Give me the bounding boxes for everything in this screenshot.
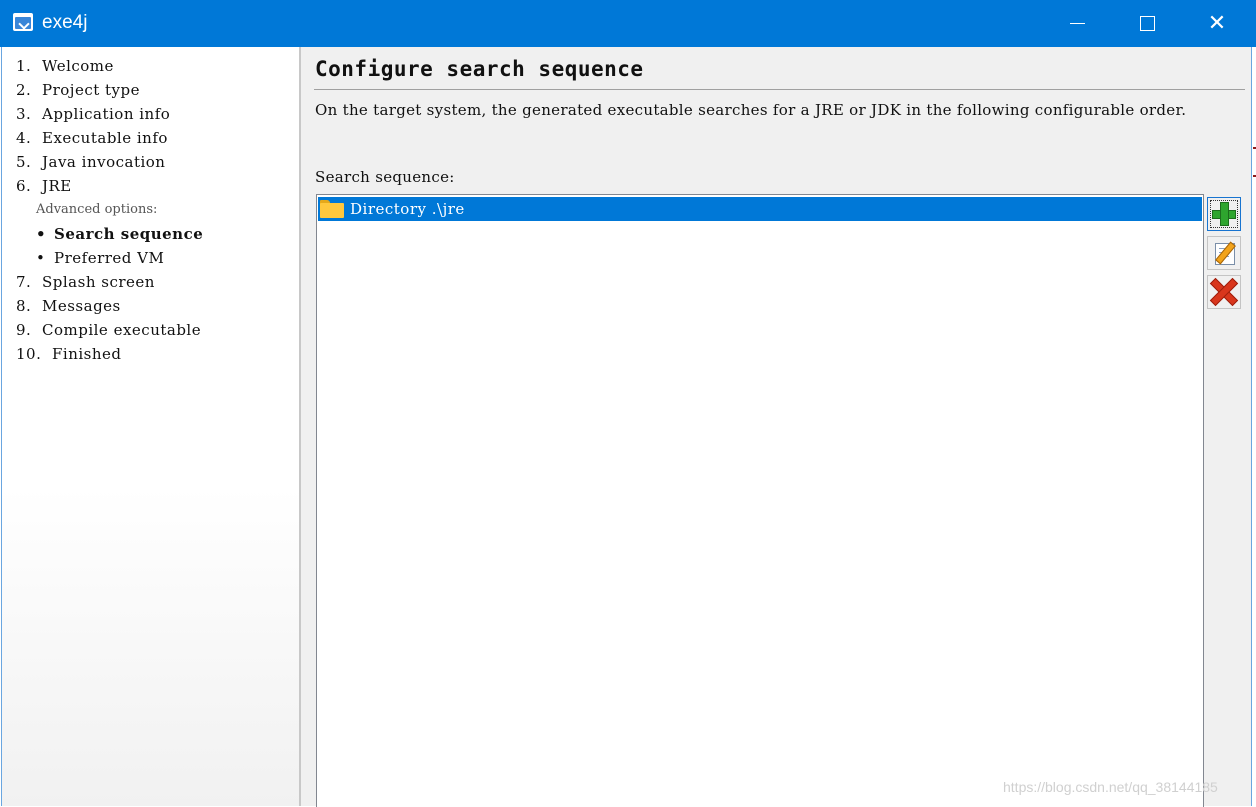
watermark: https://blog.csdn.net/qq_38144185 (1003, 779, 1218, 795)
step-messages[interactable]: 8. Messages (16, 297, 121, 315)
sub-step-search-sequence[interactable]: • Search sequence (36, 225, 203, 243)
search-sequence-list[interactable]: Directory .\jre (316, 194, 1204, 807)
step-number: 9. (16, 321, 32, 339)
folder-icon (320, 200, 344, 218)
step-label: Executable info (42, 129, 168, 147)
step-jre[interactable]: 6. JRE (16, 177, 72, 195)
page-description: On the target system, the generated exec… (315, 101, 1187, 119)
edit-entry-button[interactable] (1207, 236, 1241, 270)
step-application-info[interactable]: 3. Application info (16, 105, 170, 123)
step-java-invocation[interactable]: 5. Java invocation (16, 153, 165, 171)
step-number: 3. (16, 105, 32, 123)
step-number: 8. (16, 297, 32, 315)
title-divider (314, 89, 1245, 90)
close-icon: ✕ (1207, 10, 1227, 36)
close-button[interactable]: ✕ (1182, 0, 1252, 47)
step-number: 6. (16, 177, 32, 195)
step-number: 5. (16, 153, 32, 171)
background-window-edge (1251, 47, 1256, 806)
remove-entry-button[interactable] (1207, 275, 1241, 309)
sub-step-label: Preferred VM (54, 249, 165, 267)
step-number: 10. (16, 345, 42, 363)
step-project-type[interactable]: 2. Project type (16, 81, 140, 99)
edit-icon (1208, 237, 1240, 269)
step-label: Compile executable (42, 321, 202, 339)
add-icon (1212, 202, 1236, 226)
step-number: 7. (16, 273, 32, 291)
main-panel: Configure search sequence On the target … (301, 47, 1251, 807)
step-label: JRE (42, 177, 72, 195)
add-entry-button[interactable] (1207, 197, 1241, 231)
advanced-options-label: Advanced options: (36, 202, 158, 217)
bullet: • (36, 249, 46, 267)
wizard-steps-sidebar: 1. Welcome 2. Project type 3. Application i… (1, 47, 300, 806)
step-label: Java invocation (42, 153, 166, 171)
remove-icon (1209, 277, 1239, 307)
step-label: Splash screen (42, 273, 155, 291)
step-label: Finished (52, 345, 122, 363)
step-compile-executable[interactable]: 9. Compile executable (16, 321, 201, 339)
step-number: 2. (16, 81, 32, 99)
step-label: Messages (42, 297, 121, 315)
search-sequence-label: Search sequence: (315, 168, 455, 186)
maximize-icon (1139, 16, 1155, 31)
sub-step-label: Search sequence (54, 225, 204, 243)
step-label: Project type (42, 81, 140, 99)
app-icon[interactable] (13, 13, 33, 31)
bullet: • (36, 225, 47, 243)
step-label: Application info (42, 105, 171, 123)
sub-step-preferred-vm[interactable]: • Preferred VM (36, 249, 164, 267)
list-item[interactable]: Directory .\jre (318, 197, 1202, 221)
step-number: 1. (16, 57, 32, 75)
step-welcome[interactable]: 1. Welcome (16, 57, 114, 75)
step-label: Welcome (42, 57, 114, 75)
step-splash-screen[interactable]: 7. Splash screen (16, 273, 155, 291)
page-title: Configure search sequence (315, 57, 644, 81)
step-number: 4. (16, 129, 32, 147)
title-bar: exe4j ✕ (0, 0, 1256, 47)
minimize-button[interactable] (1042, 0, 1112, 47)
step-executable-info[interactable]: 4. Executable info (16, 129, 168, 147)
step-finished[interactable]: 10. Finished (16, 345, 122, 363)
maximize-button[interactable] (1112, 0, 1182, 47)
list-item-label: Directory .\jre (350, 200, 465, 218)
minimize-icon (1069, 23, 1085, 24)
window-title: exe4j (42, 12, 88, 33)
